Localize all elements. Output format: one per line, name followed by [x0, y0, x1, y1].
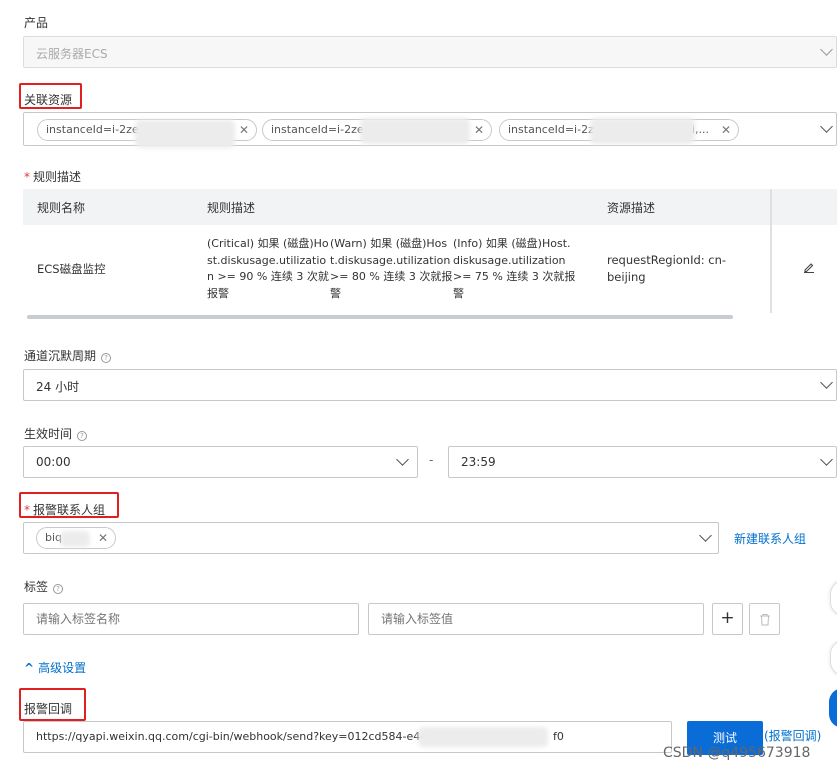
redaction-blur [360, 118, 470, 144]
rules-label: * 规则描述 [24, 170, 82, 184]
chevron-down-icon [820, 376, 833, 389]
delete-tag-button[interactable] [749, 603, 780, 635]
tag-value-input[interactable] [368, 603, 704, 635]
chevron-down-icon [820, 43, 833, 56]
close-icon[interactable]: ✕ [721, 120, 731, 140]
resource-desc: requestRegionId: cn-beijing [593, 225, 772, 313]
tag-name-input[interactable] [23, 603, 359, 635]
start-time-select[interactable]: 00:00 [23, 446, 418, 478]
start-time-value: 00:00 [36, 455, 71, 469]
effective-label: 生效时间? [24, 425, 88, 442]
new-contact-group-link[interactable]: 新建联系人组 [734, 530, 806, 547]
rule-name: ECS磁盘监控 [37, 261, 106, 276]
chevron-down-icon [699, 529, 712, 542]
close-icon[interactable]: ✕ [98, 528, 108, 548]
product-value: 云服务器ECS [36, 47, 108, 61]
highlight-box-callback [19, 688, 86, 721]
help-icon: ? [53, 584, 64, 594]
trash-icon [759, 613, 771, 629]
watermark: CSDN @q495673918 [663, 745, 811, 761]
redaction-blur [135, 120, 235, 148]
callback-url-input[interactable]: https://qyapi.weixin.qq.com/cgi-bin/webh… [23, 721, 672, 753]
chevron-down-icon [820, 453, 833, 466]
help-icon: ? [101, 353, 112, 363]
end-time-select[interactable]: 23:59 [448, 446, 837, 478]
redaction-blur [590, 118, 695, 144]
rule-desc-critical: (Critical) 如果 (磁盘)Host.diskusage.utiliza… [207, 237, 329, 300]
add-tag-button[interactable]: + [712, 603, 743, 635]
table-header-row: 规则名称 规则描述 资源描述 [23, 189, 837, 225]
product-select[interactable]: 云服务器ECS [23, 36, 837, 68]
redaction-blur [418, 727, 548, 747]
redaction-blur [60, 531, 90, 547]
highlight-box-resources [19, 83, 82, 109]
silence-select[interactable]: 24 小时 [23, 369, 837, 401]
callback-url-end: f0 [553, 730, 564, 743]
table-scrollbar[interactable] [27, 315, 733, 319]
column-header: 规则名称 [23, 189, 193, 225]
contacts-select[interactable]: biq ✕ [23, 522, 719, 554]
product-label: 产品 [24, 16, 49, 30]
close-icon[interactable]: ✕ [474, 120, 484, 140]
rules-table: 规则名称 规则描述 资源描述 ECS磁盘监控 (Critical) 如果 (磁盘… [23, 189, 837, 314]
column-header: 资源描述 [593, 189, 772, 225]
end-time-value: 23:59 [461, 455, 496, 469]
callback-help-link[interactable]: (报警回调) [764, 727, 821, 744]
callback-url-value: https://qyapi.weixin.qq.com/cgi-bin/webh… [36, 730, 435, 743]
advanced-settings-toggle[interactable]: ^ 高级设置 [24, 659, 86, 676]
float-widget[interactable] [830, 580, 837, 616]
highlight-box-contacts [19, 492, 119, 518]
time-separator: - [429, 453, 434, 467]
chevron-down-icon [820, 120, 833, 133]
column-header: 规则描述 [193, 189, 593, 225]
rule-desc-info: (Info) 如果 (磁盘)Host.diskusage.utilization… [453, 237, 576, 300]
labels-label: 标签? [24, 578, 64, 595]
help-icon: ? [77, 431, 88, 441]
float-help-button[interactable] [829, 688, 837, 728]
edit-icon[interactable] [803, 261, 815, 278]
chevron-up-icon: ^ [24, 661, 35, 675]
chevron-down-icon [396, 453, 409, 466]
silence-value: 24 小时 [36, 380, 80, 394]
float-widget[interactable] [830, 640, 837, 676]
table-row: ECS磁盘监控 (Critical) 如果 (磁盘)Host.diskusage… [23, 225, 837, 313]
silence-label: 通道沉默周期? [24, 347, 112, 364]
rule-desc-warn: (Warn) 如果 (磁盘)Host.diskusage.utilization… [330, 237, 453, 300]
close-icon[interactable]: ✕ [239, 120, 249, 140]
